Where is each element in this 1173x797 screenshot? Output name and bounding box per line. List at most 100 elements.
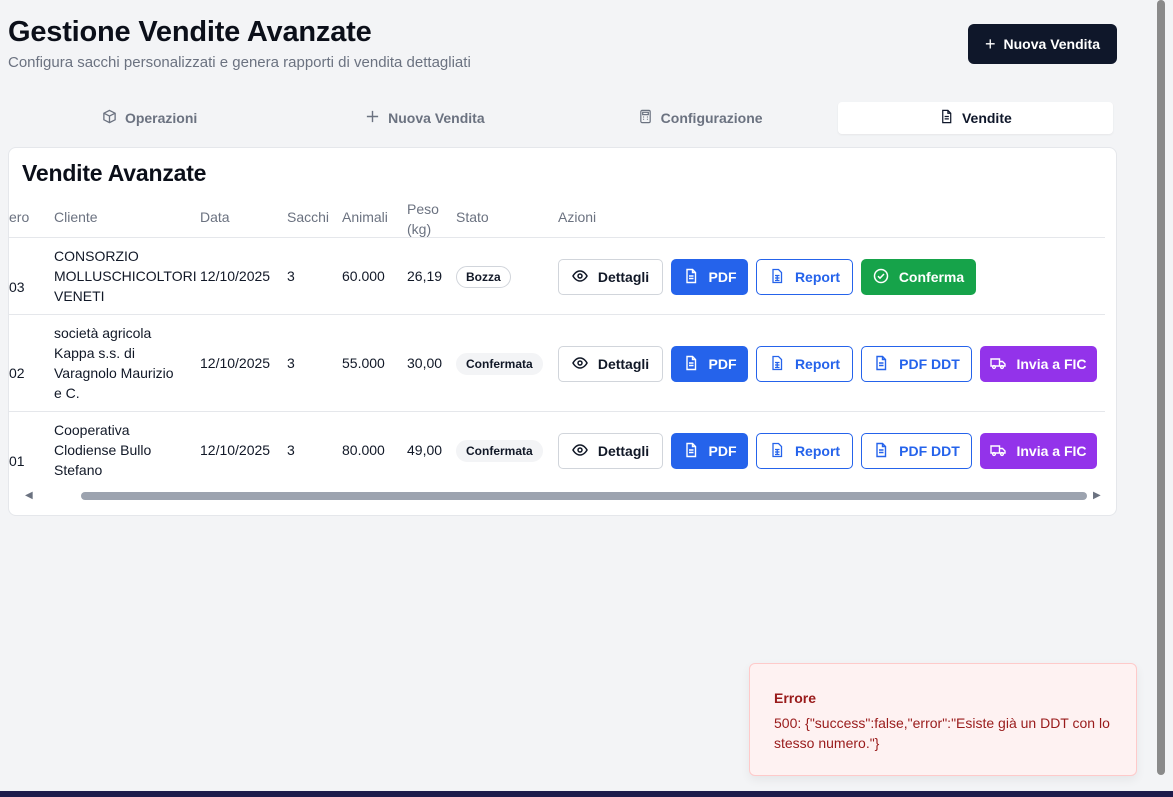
horizontal-scrollbar[interactable]: ◀ ▶ — [23, 488, 1103, 504]
pdf-button-label: PDF — [708, 443, 737, 459]
file-icon — [873, 442, 889, 461]
tab-bar: Operazioni Nuova Vendita Configurazione … — [8, 98, 1117, 138]
column-header-data: Data — [200, 209, 230, 225]
pdf-button-label: PDF — [708, 356, 737, 372]
report-button[interactable]: Report — [756, 433, 853, 469]
pdf-ddt-button-label: PDF DDT — [899, 356, 960, 372]
row-numero: 01 — [9, 453, 25, 469]
eye-icon — [571, 355, 588, 374]
window-bottom-edge — [0, 791, 1173, 797]
truck-icon — [990, 355, 1007, 374]
details-button-label: Dettagli — [597, 356, 650, 372]
plus-icon: + — [985, 34, 996, 54]
column-header-sacchi: Sacchi — [287, 209, 330, 225]
row-peso: 26,19 — [407, 268, 443, 284]
row-peso: 49,00 — [407, 442, 443, 458]
column-header-azioni: Azioni — [558, 209, 597, 225]
new-sale-button[interactable]: + Nuova Vendita — [968, 24, 1117, 64]
scroll-left-icon[interactable]: ◀ — [25, 490, 33, 501]
spreadsheet-icon — [769, 268, 785, 287]
divider — [9, 411, 1105, 412]
spreadsheet-icon — [769, 355, 785, 374]
row-cliente: CONSORZIO MOLLUSCHICOLTORI VENETI — [54, 248, 197, 304]
row-numero: 03 — [9, 279, 25, 295]
error-toast[interactable]: Errore 500: {"success":false,"error":"Es… — [749, 663, 1137, 776]
check-circle-icon — [873, 268, 889, 287]
file-icon — [683, 268, 699, 287]
details-button[interactable]: Dettagli — [558, 433, 663, 469]
plus-icon — [365, 109, 380, 127]
row-cliente: società agricola Kappa s.s. di Varagnolo… — [54, 325, 174, 401]
row-sacchi: 3 — [287, 442, 295, 458]
row-peso: 30,00 — [407, 355, 443, 371]
file-icon — [683, 442, 699, 461]
column-header-animali: Animali — [342, 209, 388, 225]
details-button[interactable]: Dettagli — [558, 346, 663, 382]
send-fic-button-label: Invia a FIC — [1016, 443, 1087, 459]
document-icon — [939, 109, 954, 127]
calculator-icon — [638, 109, 653, 127]
pdf-button-label: PDF — [708, 269, 737, 285]
row-numero: 02 — [9, 365, 25, 381]
tab-label: Configurazione — [660, 110, 763, 126]
row-animali: 60.000 — [342, 268, 385, 284]
eye-icon — [571, 268, 588, 287]
send-fic-button[interactable]: Invia a FIC — [980, 433, 1097, 469]
page-title: Gestione Vendite Avanzate — [8, 16, 372, 48]
pdf-ddt-button-label: PDF DDT — [899, 443, 960, 459]
file-icon — [683, 355, 699, 374]
status-badge: Confermata — [456, 440, 543, 462]
row-sacchi: 3 — [287, 268, 295, 284]
tab-operazioni[interactable]: Operazioni — [12, 102, 287, 134]
column-header-stato: Stato — [456, 209, 489, 225]
status-badge: Bozza — [456, 266, 511, 288]
scroll-right-icon[interactable]: ▶ — [1093, 490, 1101, 501]
divider — [9, 237, 1105, 238]
confirm-button[interactable]: Conferma — [861, 259, 976, 295]
eye-icon — [571, 442, 588, 461]
send-fic-button[interactable]: Invia a FIC — [980, 346, 1097, 382]
row-data: 12/10/2025 — [200, 268, 271, 284]
row-data: 12/10/2025 — [200, 355, 271, 371]
report-button-label: Report — [794, 269, 841, 285]
scrollbar-thumb[interactable] — [81, 492, 1087, 500]
tab-vendite[interactable]: Vendite — [837, 102, 1113, 134]
report-button[interactable]: Report — [756, 259, 853, 295]
divider — [9, 314, 1105, 315]
confirm-button-label: Conferma — [898, 269, 965, 285]
row-animali: 80.000 — [342, 442, 385, 458]
column-header-peso: Peso (kg) — [407, 201, 439, 237]
tab-nuova-vendita[interactable]: Nuova Vendita — [287, 102, 562, 134]
card-title: Vendite Avanzate — [22, 160, 207, 186]
tab-label: Vendite — [961, 110, 1012, 126]
new-sale-button-label: Nuova Vendita — [1003, 36, 1100, 52]
row-cliente: Cooperativa Clodiense Bullo Stefano — [54, 422, 152, 478]
row-sacchi: 3 — [287, 355, 295, 371]
vertical-scrollbar[interactable] — [1157, 0, 1165, 775]
spreadsheet-icon — [769, 442, 785, 461]
file-icon — [873, 355, 889, 374]
tab-configurazione[interactable]: Configurazione — [563, 102, 838, 134]
row-data: 12/10/2025 — [200, 442, 271, 458]
details-button[interactable]: Dettagli — [558, 259, 663, 295]
column-header-cliente: Cliente — [54, 209, 98, 225]
pdf-button[interactable]: PDF — [671, 346, 748, 382]
details-button-label: Dettagli — [597, 269, 650, 285]
pdf-ddt-button[interactable]: PDF DDT — [861, 346, 972, 382]
send-fic-button-label: Invia a FIC — [1016, 356, 1087, 372]
sales-card: Vendite Avanzate ero Cliente Data Sacchi… — [8, 147, 1117, 516]
row-animali: 55.000 — [342, 355, 385, 371]
pdf-button[interactable]: PDF — [671, 433, 748, 469]
pdf-button[interactable]: PDF — [671, 259, 748, 295]
page-subtitle: Configura sacchi personalizzati e genera… — [8, 54, 471, 71]
status-badge: Confermata — [456, 353, 543, 375]
toast-message: 500: {"success":false,"error":"Esiste gi… — [774, 715, 1110, 751]
tab-label: Operazioni — [124, 110, 198, 126]
report-button-label: Report — [794, 356, 841, 372]
pdf-ddt-button[interactable]: PDF DDT — [861, 433, 972, 469]
report-button-label: Report — [794, 443, 841, 459]
details-button-label: Dettagli — [597, 443, 650, 459]
report-button[interactable]: Report — [756, 346, 853, 382]
box-icon — [102, 109, 117, 127]
column-header-numero: ero — [9, 209, 30, 225]
